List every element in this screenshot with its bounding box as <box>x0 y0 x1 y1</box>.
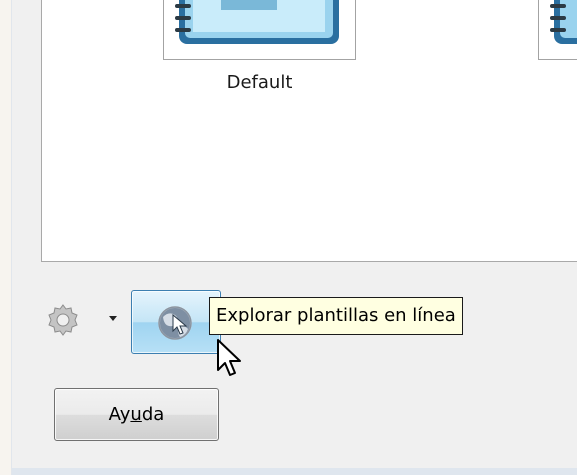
help-label-part: da <box>141 404 165 425</box>
browse-templates-online-button[interactable] <box>131 290 221 354</box>
template-thumbnail-frame <box>538 0 577 60</box>
dialog-bottom-edge <box>12 468 577 475</box>
help-label-mnemonic: u <box>130 404 142 425</box>
mouse-cursor-icon <box>217 339 241 376</box>
notebook-icon <box>175 0 339 44</box>
gear-icon <box>48 304 78 336</box>
globe-icon <box>158 306 192 340</box>
help-button[interactable]: Ayuda <box>54 388 219 441</box>
options-gear-button[interactable] <box>46 303 80 337</box>
template-list[interactable]: Default <box>41 0 577 262</box>
template-thumbnail-frame <box>163 0 356 60</box>
template-tile-default[interactable]: Default <box>163 0 356 110</box>
notebook-icon <box>550 0 577 44</box>
template-dialog: Default Explorar plantillas en línea Ayu… <box>11 0 577 475</box>
chevron-down-icon[interactable] <box>109 316 117 321</box>
help-label-part: Ay <box>108 404 131 425</box>
template-tile-second[interactable] <box>538 0 577 110</box>
template-label: Default <box>226 72 293 93</box>
help-button-label: Ayuda <box>109 404 165 425</box>
tooltip: Explorar plantillas en línea <box>209 297 463 335</box>
